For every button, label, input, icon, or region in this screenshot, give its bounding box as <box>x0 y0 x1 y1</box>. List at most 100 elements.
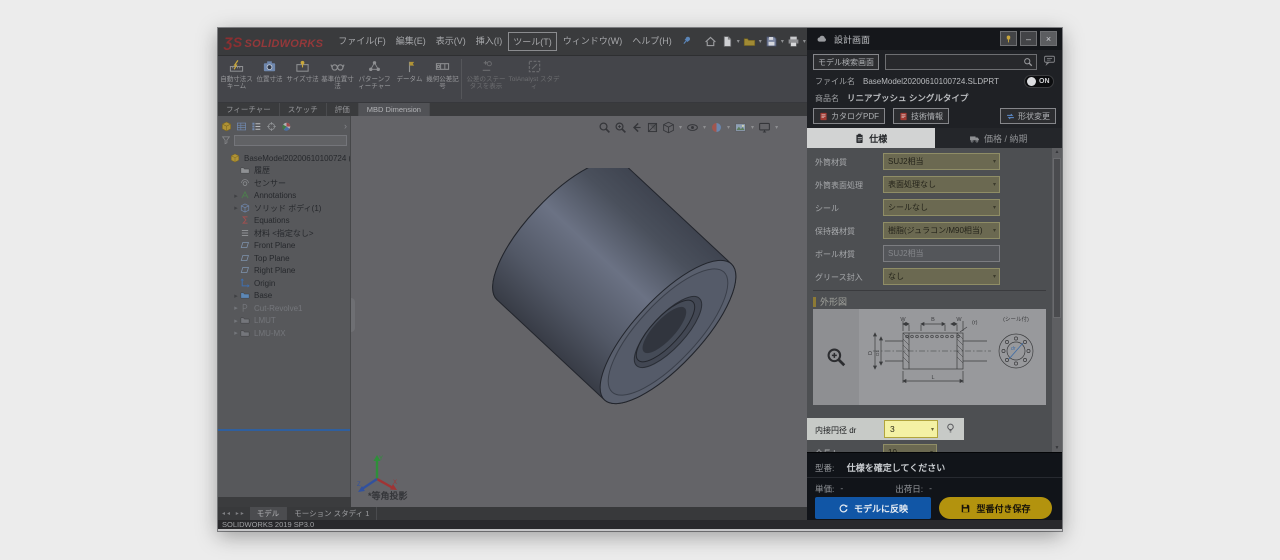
configuration-tab-icon[interactable] <box>251 121 262 132</box>
save-with-part-number-button[interactable]: 型番付き保存 <box>939 497 1052 519</box>
comment-bubble-icon[interactable] <box>1043 53 1056 71</box>
seal-select[interactable]: シールなし▾ <box>883 199 1000 216</box>
menu-insert[interactable]: 挿入(I) <box>472 32 507 51</box>
zoom-area-icon[interactable] <box>614 121 627 134</box>
tab-strip-chevron-icon[interactable]: › <box>344 121 347 131</box>
section-view-icon[interactable] <box>646 121 659 134</box>
retainer-material-select[interactable]: 樹脂(ジュラコン/M90相当)▾ <box>883 222 1000 239</box>
size-dimension-button[interactable]: サイズ寸法 <box>286 58 319 101</box>
tree-item[interactable]: Origin <box>218 277 350 290</box>
tab-motion-study[interactable]: モーション スタディ 1 <box>287 507 377 520</box>
chevron-down-icon[interactable]: ▾ <box>781 38 784 45</box>
tab-price-delivery[interactable]: 価格 / 納期 <box>935 128 1063 148</box>
menu-help[interactable]: ヘルプ(H) <box>628 32 676 51</box>
property-manager-tab-icon[interactable] <box>236 121 247 132</box>
tree-item[interactable]: ▸Annotations <box>218 190 350 203</box>
tab-mbd-dimension[interactable]: MBD Dimension <box>359 103 430 116</box>
model-search-button[interactable]: モデル検索画面 <box>813 54 879 70</box>
appearance-tab-icon[interactable] <box>281 121 292 132</box>
tree-item[interactable]: ▸Base <box>218 290 350 303</box>
apply-scene-icon[interactable] <box>734 121 747 134</box>
tree-item[interactable]: BaseModel20200610100724 (Default<< <box>218 152 350 165</box>
tab-model[interactable]: モデル <box>250 507 288 520</box>
chevron-down-icon[interactable]: ▾ <box>751 124 754 131</box>
feature-tree-tab-icon[interactable] <box>221 121 232 132</box>
chevron-down-icon[interactable]: ▾ <box>775 124 778 131</box>
zoom-fit-icon[interactable] <box>598 121 611 134</box>
close-button[interactable]: × <box>1040 31 1057 46</box>
chevron-down-icon[interactable]: ▾ <box>727 124 730 131</box>
tab-features[interactable]: フィーチャー <box>218 103 280 116</box>
menu-tools[interactable]: ツール(T) <box>508 32 557 51</box>
menu-pin-icon[interactable] <box>681 33 692 51</box>
scroll-down-arrow-icon[interactable]: ▼ <box>1053 445 1061 451</box>
chevron-down-icon[interactable]: ▾ <box>703 124 706 131</box>
outer-material-select[interactable]: SUJ2相当▾ <box>883 153 1000 170</box>
tree-item[interactable]: ▸Cut-Revolve1 <box>218 302 350 315</box>
panel-scrollbar[interactable]: ▲ ▼ <box>1052 148 1062 452</box>
expand-arrow-icon[interactable]: ▸ <box>232 192 240 200</box>
expand-arrow-icon[interactable]: ▸ <box>232 329 240 337</box>
chevron-down-icon[interactable]: ▾ <box>737 38 740 45</box>
edit-appearance-icon[interactable] <box>710 121 723 134</box>
grease-select[interactable]: なし▾ <box>883 268 1000 285</box>
chevron-down-icon[interactable]: ▾ <box>759 38 762 45</box>
tree-item[interactable]: Equations <box>218 215 350 228</box>
expand-arrow-icon[interactable]: ▸ <box>232 204 240 212</box>
tree-item[interactable]: 材料 <指定なし> <box>218 227 350 240</box>
tree-item[interactable]: ▸LMU-MX <box>218 327 350 340</box>
tab-specifications[interactable]: 仕様 <box>807 128 935 148</box>
sheet-nav-arrows-icon[interactable]: ◂◂ ▸▸ <box>218 510 250 517</box>
tab-evaluate[interactable]: 評価 <box>327 103 359 116</box>
view-settings-icon[interactable] <box>758 121 771 134</box>
expand-arrow-icon[interactable]: ▸ <box>232 292 240 300</box>
view-orientation-icon[interactable] <box>662 121 675 134</box>
menu-window[interactable]: ウィンドウ(W) <box>559 32 627 51</box>
tree-item[interactable]: センサー <box>218 177 350 190</box>
tech-info-button[interactable]: 技術情報 <box>893 108 949 124</box>
tree-item[interactable]: 履歴 <box>218 165 350 178</box>
previous-view-icon[interactable] <box>630 121 643 134</box>
chevron-down-icon[interactable]: ▾ <box>803 38 806 45</box>
chevron-down-icon[interactable]: ▾ <box>679 124 682 131</box>
tab-sketch[interactable]: スケッチ <box>280 103 327 116</box>
surface-treatment-select[interactable]: 表面処理なし▾ <box>883 176 1000 193</box>
filter-funnel-icon[interactable] <box>221 135 231 145</box>
geometric-tolerance-button[interactable]: 幾何公差記号 <box>426 58 459 101</box>
expand-arrow-icon[interactable]: ▸ <box>232 317 240 325</box>
save-button[interactable] <box>764 34 780 50</box>
3d-viewport[interactable]: ▾ ▾ ▾ ▾ ▾ <box>351 116 807 507</box>
expand-arrow-icon[interactable]: ▸ <box>232 304 240 312</box>
drawing-zoom-button[interactable] <box>813 309 859 405</box>
menu-edit[interactable]: 編集(E) <box>392 32 430 51</box>
pin-button[interactable] <box>1000 31 1017 46</box>
minimize-button[interactable]: – <box>1020 31 1037 46</box>
search-input[interactable] <box>885 54 1037 70</box>
tree-item[interactable]: Top Plane <box>218 252 350 265</box>
tree-item[interactable]: ▸ソリッド ボディ(1) <box>218 202 350 215</box>
pattern-feature-button[interactable]: パターンフィーチャー <box>356 58 393 101</box>
hint-icon[interactable] <box>944 422 957 440</box>
print-button[interactable] <box>786 34 802 50</box>
location-dimension-button[interactable]: 位置寸法 <box>253 58 286 101</box>
tree-item[interactable]: Front Plane <box>218 240 350 253</box>
scrollbar-thumb[interactable] <box>1053 158 1061 318</box>
menu-file[interactable]: ファイル(F) <box>334 32 390 51</box>
auto-dimension-scheme-button[interactable]: 自動寸法スキーム <box>220 58 253 101</box>
length-select[interactable]: 10▾ <box>883 444 937 452</box>
scroll-up-arrow-icon[interactable]: ▲ <box>1053 149 1061 155</box>
inner-diameter-select[interactable]: 3▾ <box>884 420 938 438</box>
hide-show-items-icon[interactable] <box>686 121 699 134</box>
tree-item[interactable]: Right Plane <box>218 265 350 278</box>
new-document-button[interactable] <box>720 34 736 50</box>
apply-to-model-button[interactable]: モデルに反映 <box>815 497 931 519</box>
catalog-pdf-button[interactable]: カタログPDF <box>813 108 885 124</box>
tree-item[interactable]: ▸LMUT <box>218 315 350 328</box>
menu-view[interactable]: 表示(V) <box>432 32 470 51</box>
tree-filter-input[interactable] <box>234 135 347 146</box>
panel-splitter-handle[interactable] <box>351 298 355 332</box>
dimxpert-tab-icon[interactable] <box>266 121 277 132</box>
shape-change-button[interactable]: 形状変更 <box>1000 108 1056 124</box>
open-button[interactable] <box>742 34 758 50</box>
home-button[interactable] <box>703 34 719 50</box>
